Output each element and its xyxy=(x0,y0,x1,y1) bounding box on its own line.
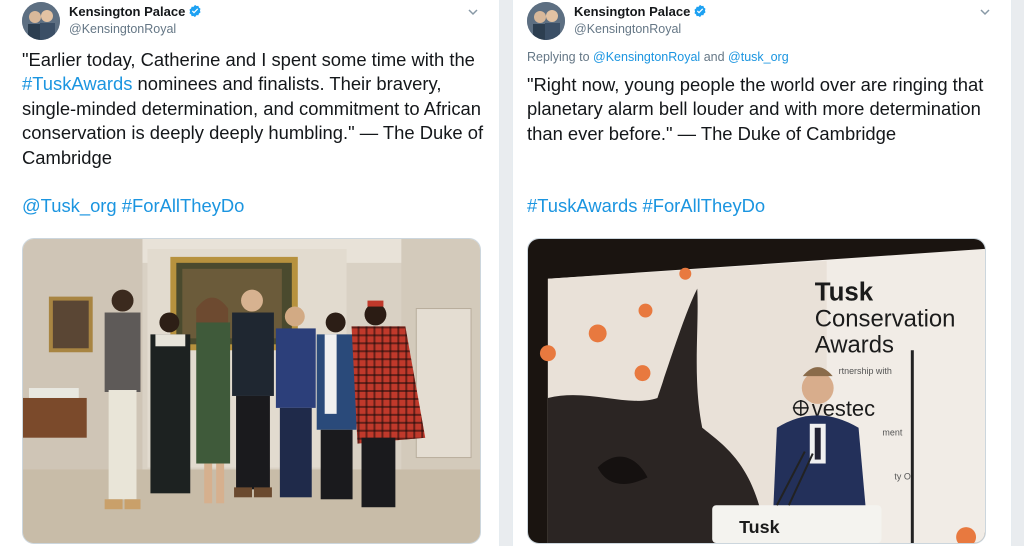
replying-to-line: Replying to @KensingtonRoyal and @tusk_o… xyxy=(527,50,789,64)
tweet-card-2[interactable]: Kensington Palace @KensingtonRoyal Reply… xyxy=(512,0,1012,546)
author-block: Kensington Palace @KensingtonRoyal xyxy=(69,4,202,37)
avatar[interactable] xyxy=(22,2,60,40)
tweet-text: "Earlier today, Catherine and I spent so… xyxy=(22,49,484,168)
podium-logo-text: Tusk xyxy=(739,517,780,537)
chevron-down-icon[interactable] xyxy=(979,6,991,18)
tweet-header: Kensington Palace @KensingtonRoyal xyxy=(22,0,485,42)
banner-text-line1: Tusk xyxy=(815,279,874,307)
tweet-tags[interactable]: @Tusk_org #ForAllTheyDo xyxy=(22,194,244,218)
banner-text-line2: Conservation xyxy=(815,305,956,332)
awards-speech-image[interactable]: Tusk Conservation Awards rtnership with … xyxy=(527,238,986,544)
verified-badge-icon xyxy=(189,4,201,18)
sponsor-sub-text: ment xyxy=(882,428,902,438)
tweet-tags[interactable]: #TuskAwards #ForAllTheyDo xyxy=(527,194,765,218)
display-name[interactable]: Kensington Palace xyxy=(574,4,707,20)
tweet-grid: Kensington Palace @KensingtonRoyal "Earl… xyxy=(0,0,1024,546)
sponsor-sub-text-2: ty O xyxy=(894,471,910,481)
hashtag-link[interactable]: #TuskAwards xyxy=(22,73,132,94)
verified-badge-icon xyxy=(694,4,706,18)
author-block: Kensington Palace @KensingtonRoyal xyxy=(574,4,707,37)
group-photo-image[interactable] xyxy=(22,238,481,544)
reply-mention-link[interactable]: @tusk_org xyxy=(728,50,789,64)
tweet-text: "Right now, young people the world over … xyxy=(527,74,984,144)
avatar[interactable] xyxy=(527,2,565,40)
partnership-text: rtnership with xyxy=(839,366,892,376)
display-name[interactable]: Kensington Palace xyxy=(69,4,202,20)
reply-mention-link[interactable]: @KensingtonRoyal xyxy=(593,50,700,64)
handle[interactable]: @KensingtonRoyal xyxy=(574,21,707,37)
tweet-header: Kensington Palace @KensingtonRoyal xyxy=(527,0,997,42)
tweet-card-1[interactable]: Kensington Palace @KensingtonRoyal "Earl… xyxy=(0,0,500,546)
chevron-down-icon[interactable] xyxy=(467,6,479,18)
handle[interactable]: @KensingtonRoyal xyxy=(69,21,202,37)
banner-text-line3: Awards xyxy=(815,331,894,358)
